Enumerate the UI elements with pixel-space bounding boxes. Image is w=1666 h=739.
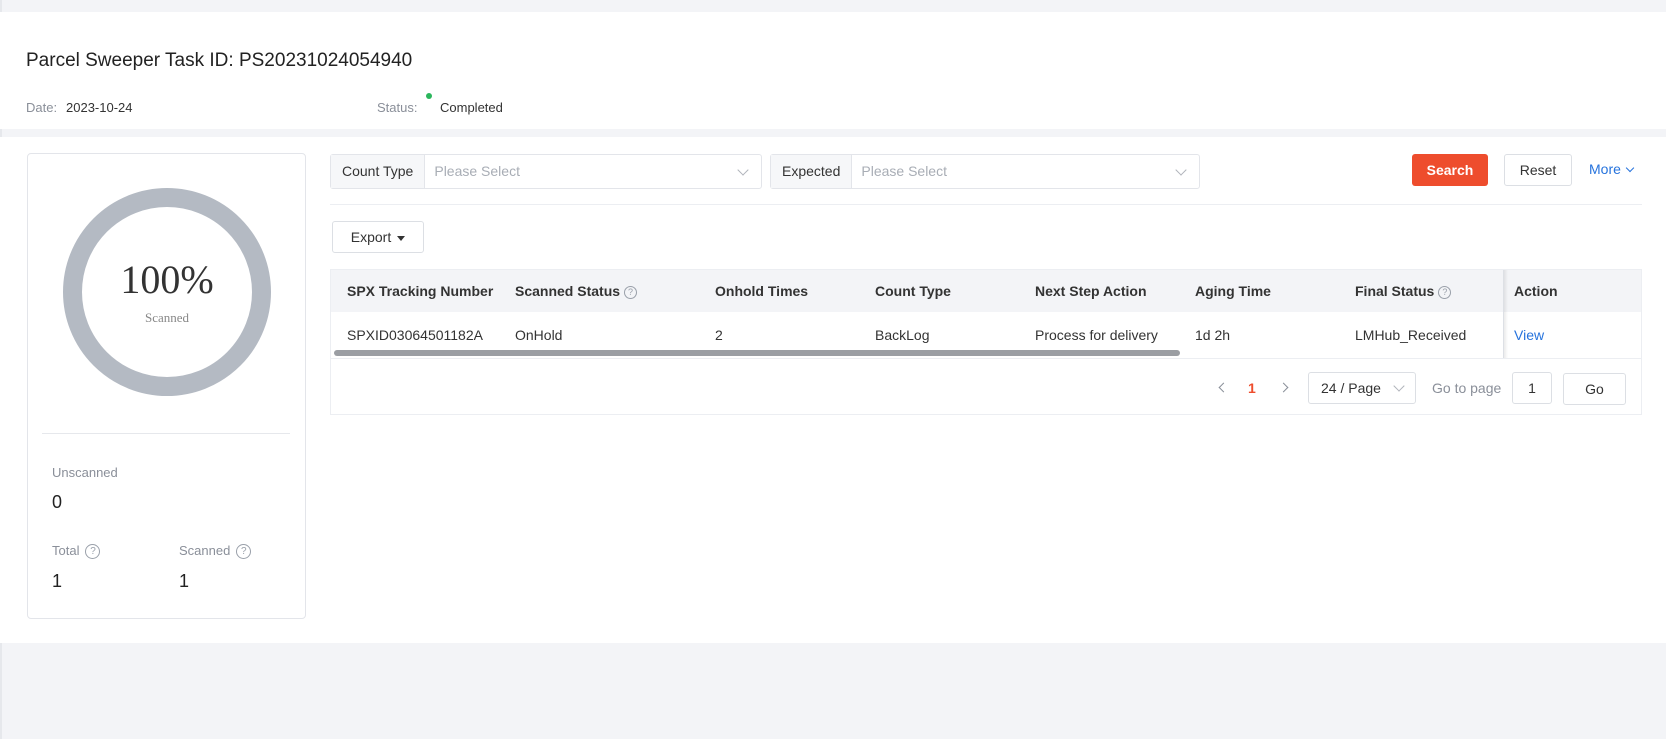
chevron-down-icon xyxy=(1175,164,1187,176)
total-label-text: Total xyxy=(52,543,80,558)
scanned-value: 1 xyxy=(179,571,190,591)
column-header: SPX Tracking Number xyxy=(347,283,494,299)
donut-percent: 100% xyxy=(120,257,214,302)
tracking-number-cell: SPXID03064501182A xyxy=(347,327,483,343)
pagination-current-page[interactable]: 1 xyxy=(1248,380,1256,396)
chevron-down-icon xyxy=(1393,380,1405,392)
status-label: Status: xyxy=(377,100,418,115)
column-header: Aging Time xyxy=(1195,283,1271,299)
expected-filter: Expected Please Select xyxy=(770,154,1200,189)
expected-select[interactable]: Please Select xyxy=(852,155,1199,188)
total-label: Total? xyxy=(52,543,101,560)
expected-label: Expected xyxy=(771,155,853,188)
column-header-label: Final Status xyxy=(1355,283,1435,299)
caret-down-icon xyxy=(397,235,406,241)
count-type-label: Count Type xyxy=(331,155,426,188)
column-header-final-status: Final Status? xyxy=(1355,283,1452,299)
date-label: Date: xyxy=(26,100,58,115)
header-card: Parcel Sweeper Task ID: PS20231024054940… xyxy=(0,12,1666,129)
column-header: Onhold Times xyxy=(715,283,809,299)
chevron-left-icon[interactable] xyxy=(1218,382,1229,393)
goto-label: Go to page xyxy=(1432,380,1502,396)
status-value: Completed xyxy=(440,100,503,115)
scanned-label: Scanned? xyxy=(179,543,252,560)
final-status-cell: LMHub_Received xyxy=(1355,327,1467,343)
column-header: Count Type xyxy=(875,283,951,299)
column-header-label: Scanned Status xyxy=(515,283,621,299)
chevron-down-icon xyxy=(1625,163,1635,173)
expected-placeholder: Please Select xyxy=(861,163,947,179)
page-size-value: 24 / Page xyxy=(1321,380,1381,396)
filter-divider xyxy=(330,204,1642,205)
question-circle-icon[interactable]: ? xyxy=(85,544,101,560)
panel-divider xyxy=(42,433,290,434)
chevron-right-icon[interactable] xyxy=(1278,382,1289,393)
export-button[interactable]: Export xyxy=(332,221,424,253)
progress-donut: 100% Scanned xyxy=(63,188,271,396)
scanned-label-text: Scanned xyxy=(179,543,231,558)
view-link[interactable]: View xyxy=(1514,327,1544,343)
unscanned-value: 0 xyxy=(52,492,63,512)
more-label: More xyxy=(1589,161,1621,177)
onhold-times-cell: 2 xyxy=(715,327,723,343)
goto-page-input[interactable] xyxy=(1512,372,1552,404)
aging-time-cell: 1d 2h xyxy=(1195,327,1231,343)
scanned-status-cell: OnHold xyxy=(515,327,563,343)
question-circle-icon[interactable]: ? xyxy=(236,544,252,560)
export-label: Export xyxy=(350,229,392,245)
chevron-down-icon xyxy=(737,164,749,176)
count-type-placeholder: Please Select xyxy=(434,163,520,179)
count-type-filter: Count Type Please Select xyxy=(330,154,762,189)
column-header-scanned-status: Scanned Status? xyxy=(515,283,638,299)
next-step-action-cell: Process for delivery xyxy=(1035,327,1158,343)
horizontal-scrollbar[interactable] xyxy=(334,350,1180,356)
date-value: 2023-10-24 xyxy=(66,100,133,115)
search-button[interactable]: Search xyxy=(1412,154,1488,186)
top-strip xyxy=(0,0,1666,12)
column-header: Action xyxy=(1514,283,1558,299)
total-value: 1 xyxy=(52,571,63,591)
page-title: Parcel Sweeper Task ID: PS20231024054940 xyxy=(26,50,413,71)
summary-panel: 100% Scanned Unscanned 0 Total? 1 Scanne… xyxy=(27,153,306,619)
question-circle-icon[interactable]: ? xyxy=(624,285,638,299)
results-table: SPX Tracking Number Scanned Status? Onho… xyxy=(330,269,1642,415)
donut-caption: Scanned xyxy=(144,310,190,325)
question-circle-icon[interactable]: ? xyxy=(1438,285,1452,299)
count-type-select[interactable]: Please Select xyxy=(425,155,761,188)
unscanned-label: Unscanned xyxy=(52,465,118,480)
more-link[interactable]: More xyxy=(1589,161,1635,177)
reset-button[interactable]: Reset xyxy=(1504,154,1572,186)
fixed-column-shadow xyxy=(1504,270,1508,358)
status-dot-icon xyxy=(426,93,432,99)
column-header: Next Step Action xyxy=(1035,283,1147,299)
row-divider xyxy=(331,358,1641,359)
page-size-select[interactable]: 24 / Page xyxy=(1308,372,1416,404)
count-type-cell: BackLog xyxy=(875,327,930,343)
go-button[interactable]: Go xyxy=(1563,373,1626,405)
